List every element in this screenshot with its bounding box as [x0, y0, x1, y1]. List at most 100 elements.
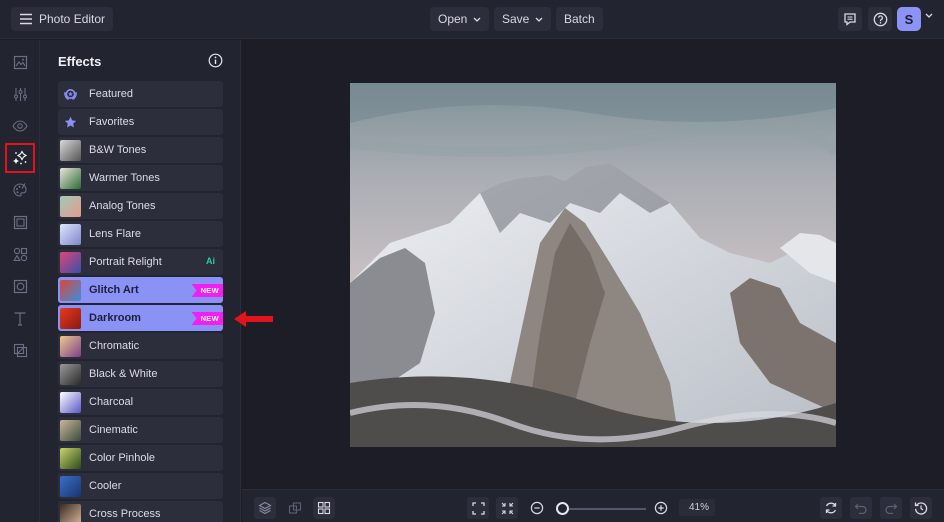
effect-thumbnail [60, 251, 81, 273]
image-icon [13, 55, 27, 69]
grid-icon [317, 501, 331, 515]
shapes-icon [12, 247, 27, 261]
rail-item-touch-up[interactable] [9, 115, 31, 137]
compare-icon [288, 502, 302, 514]
redo-icon [885, 503, 898, 514]
effect-item-lens-flare[interactable]: Lens Flare [58, 221, 223, 247]
layers-button[interactable] [254, 497, 276, 519]
palette-icon [13, 183, 27, 197]
effect-item-black-white[interactable]: Black & White [58, 361, 223, 387]
help-button[interactable] [868, 7, 892, 31]
effect-label: Color Pinhole [89, 452, 156, 464]
feedback-button[interactable] [838, 7, 862, 31]
batch-button[interactable]: Batch [556, 7, 603, 31]
save-button[interactable]: Save [494, 7, 552, 31]
zoom-in-button[interactable] [650, 497, 672, 519]
rail-item-adjust[interactable] [9, 83, 31, 105]
effect-item-glitch-art[interactable]: Glitch Art NEW [58, 277, 223, 303]
effect-label: Cinematic [89, 424, 138, 436]
mountain-photo [350, 83, 836, 447]
save-label: Save [502, 12, 530, 26]
effect-label: Lens Flare [89, 228, 141, 240]
effect-label: Featured [89, 88, 134, 100]
grid-view-button[interactable] [313, 497, 335, 519]
effect-label: B&W Tones [89, 144, 147, 156]
app-title: Photo Editor [39, 12, 106, 26]
effect-thumbnail [60, 195, 81, 217]
sparkle-icon [13, 150, 28, 165]
effect-item-darkroom[interactable]: Darkroom NEW [58, 305, 223, 331]
zoom-percent-field[interactable]: 41% [679, 499, 715, 516]
effect-item-cinematic[interactable]: Cinematic [58, 417, 223, 443]
effect-item-favorites[interactable]: Favorites [58, 109, 223, 135]
rail-item-frames[interactable] [9, 211, 31, 233]
effect-label: Darkroom [89, 312, 141, 324]
effect-thumbnail [60, 335, 81, 357]
compare-button[interactable] [284, 497, 306, 519]
effects-list: Featured Favorites B&W Tones Warmer Tones An… [58, 81, 223, 522]
rotate-button[interactable] [820, 497, 842, 519]
app-menu-button[interactable]: Photo Editor [11, 7, 114, 31]
rail-item-effects[interactable] [5, 143, 35, 173]
effect-item-color-pinhole[interactable]: Color Pinhole [58, 445, 223, 471]
rail-item-graphics[interactable] [9, 243, 31, 265]
rail-item-text[interactable] [9, 307, 31, 329]
effect-thumbnail [60, 391, 81, 413]
rail-item-artsy[interactable] [9, 179, 31, 201]
bottom-toolbar: 41% [242, 489, 944, 522]
ai-badge: Ai [206, 256, 215, 266]
panel-title: Effects [58, 54, 102, 69]
chevron-down-icon [473, 17, 481, 22]
user-avatar[interactable]: S [897, 7, 921, 31]
effect-item-cross-process[interactable]: Cross Process [58, 501, 223, 522]
eye-icon [12, 120, 28, 132]
frame-icon [13, 215, 27, 229]
effect-item-portrait-relight[interactable]: Portrait Relight Ai [58, 249, 223, 275]
chevron-down-icon[interactable] [925, 13, 933, 18]
effect-thumbnail [60, 363, 81, 385]
undo-button[interactable] [850, 497, 872, 519]
info-icon[interactable] [208, 53, 223, 68]
star-icon [60, 112, 81, 133]
effect-label: Charcoal [89, 396, 134, 408]
texture-icon [13, 279, 27, 293]
photo-canvas[interactable] [350, 83, 836, 447]
new-badge: NEW [191, 312, 223, 325]
open-button[interactable]: Open [430, 7, 490, 31]
text-icon [14, 311, 26, 326]
undo-icon [854, 503, 867, 514]
effect-label: Glitch Art [89, 284, 139, 296]
effect-label: Analog Tones [89, 200, 156, 212]
rail-item-textures[interactable] [9, 275, 31, 297]
redo-button[interactable] [880, 497, 902, 519]
effect-thumbnail [60, 447, 81, 469]
fit-to-screen-button[interactable] [467, 497, 489, 519]
canvas-area [242, 40, 944, 489]
effect-label: Cooler [89, 480, 122, 492]
new-badge: NEW [191, 284, 223, 297]
zoom-slider-track[interactable] [560, 508, 646, 510]
rail-item-image[interactable] [9, 51, 31, 73]
effect-item-b-w-tones[interactable]: B&W Tones [58, 137, 223, 163]
zoom-out-button[interactable] [526, 497, 548, 519]
effect-thumbnail [60, 167, 81, 189]
rail-item-overlays[interactable] [9, 339, 31, 361]
effect-item-featured[interactable]: Featured [58, 81, 223, 107]
actual-size-button[interactable] [496, 497, 518, 519]
top-bar: Photo Editor Open Save Batch S [0, 0, 944, 39]
effect-item-warmer-tones[interactable]: Warmer Tones [58, 165, 223, 191]
effect-item-charcoal[interactable]: Charcoal [58, 389, 223, 415]
effect-thumbnail [60, 419, 81, 441]
effect-thumbnail [60, 279, 81, 301]
effects-panel: Effects Featured Favorites B&W Tones Warmer… [40, 40, 241, 522]
history-button[interactable] [910, 497, 932, 519]
zoom-out-icon [530, 501, 544, 515]
open-label: Open [438, 12, 468, 26]
effect-item-cooler[interactable]: Cooler [58, 473, 223, 499]
effect-item-analog-tones[interactable]: Analog Tones [58, 193, 223, 219]
effect-thumbnail [60, 503, 81, 522]
effect-label: Warmer Tones [89, 172, 160, 184]
effect-item-chromatic[interactable]: Chromatic [58, 333, 223, 359]
effect-label: Chromatic [89, 340, 140, 352]
zoom-slider-handle[interactable] [556, 502, 569, 515]
